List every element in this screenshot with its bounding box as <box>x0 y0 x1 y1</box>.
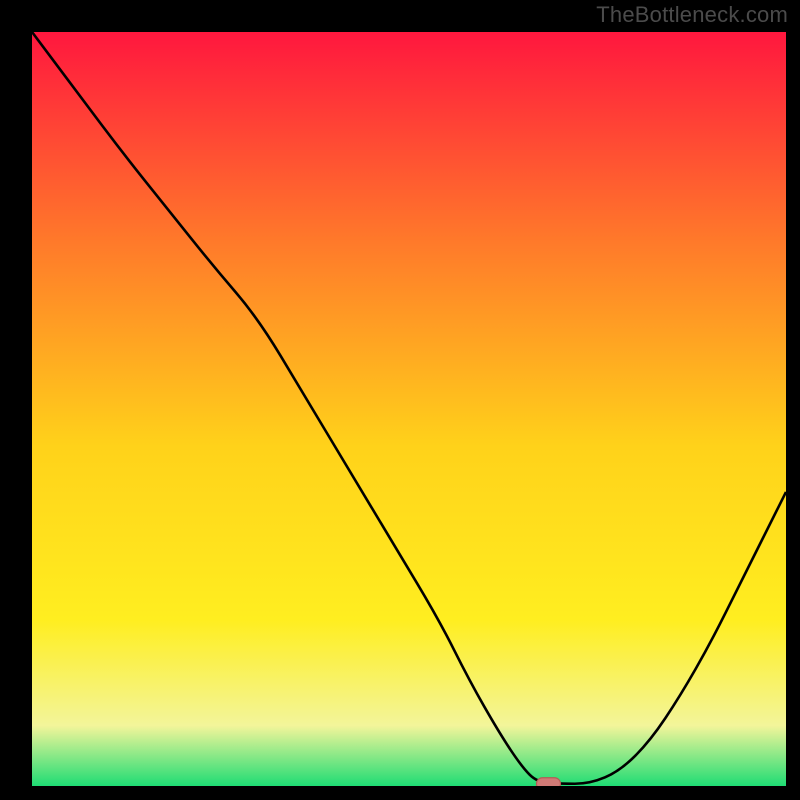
optimal-marker <box>536 778 560 786</box>
bottleneck-plot <box>32 32 786 786</box>
chart-frame: TheBottleneck.com <box>0 0 800 800</box>
attribution-watermark: TheBottleneck.com <box>596 2 788 28</box>
gradient-background <box>32 32 786 786</box>
